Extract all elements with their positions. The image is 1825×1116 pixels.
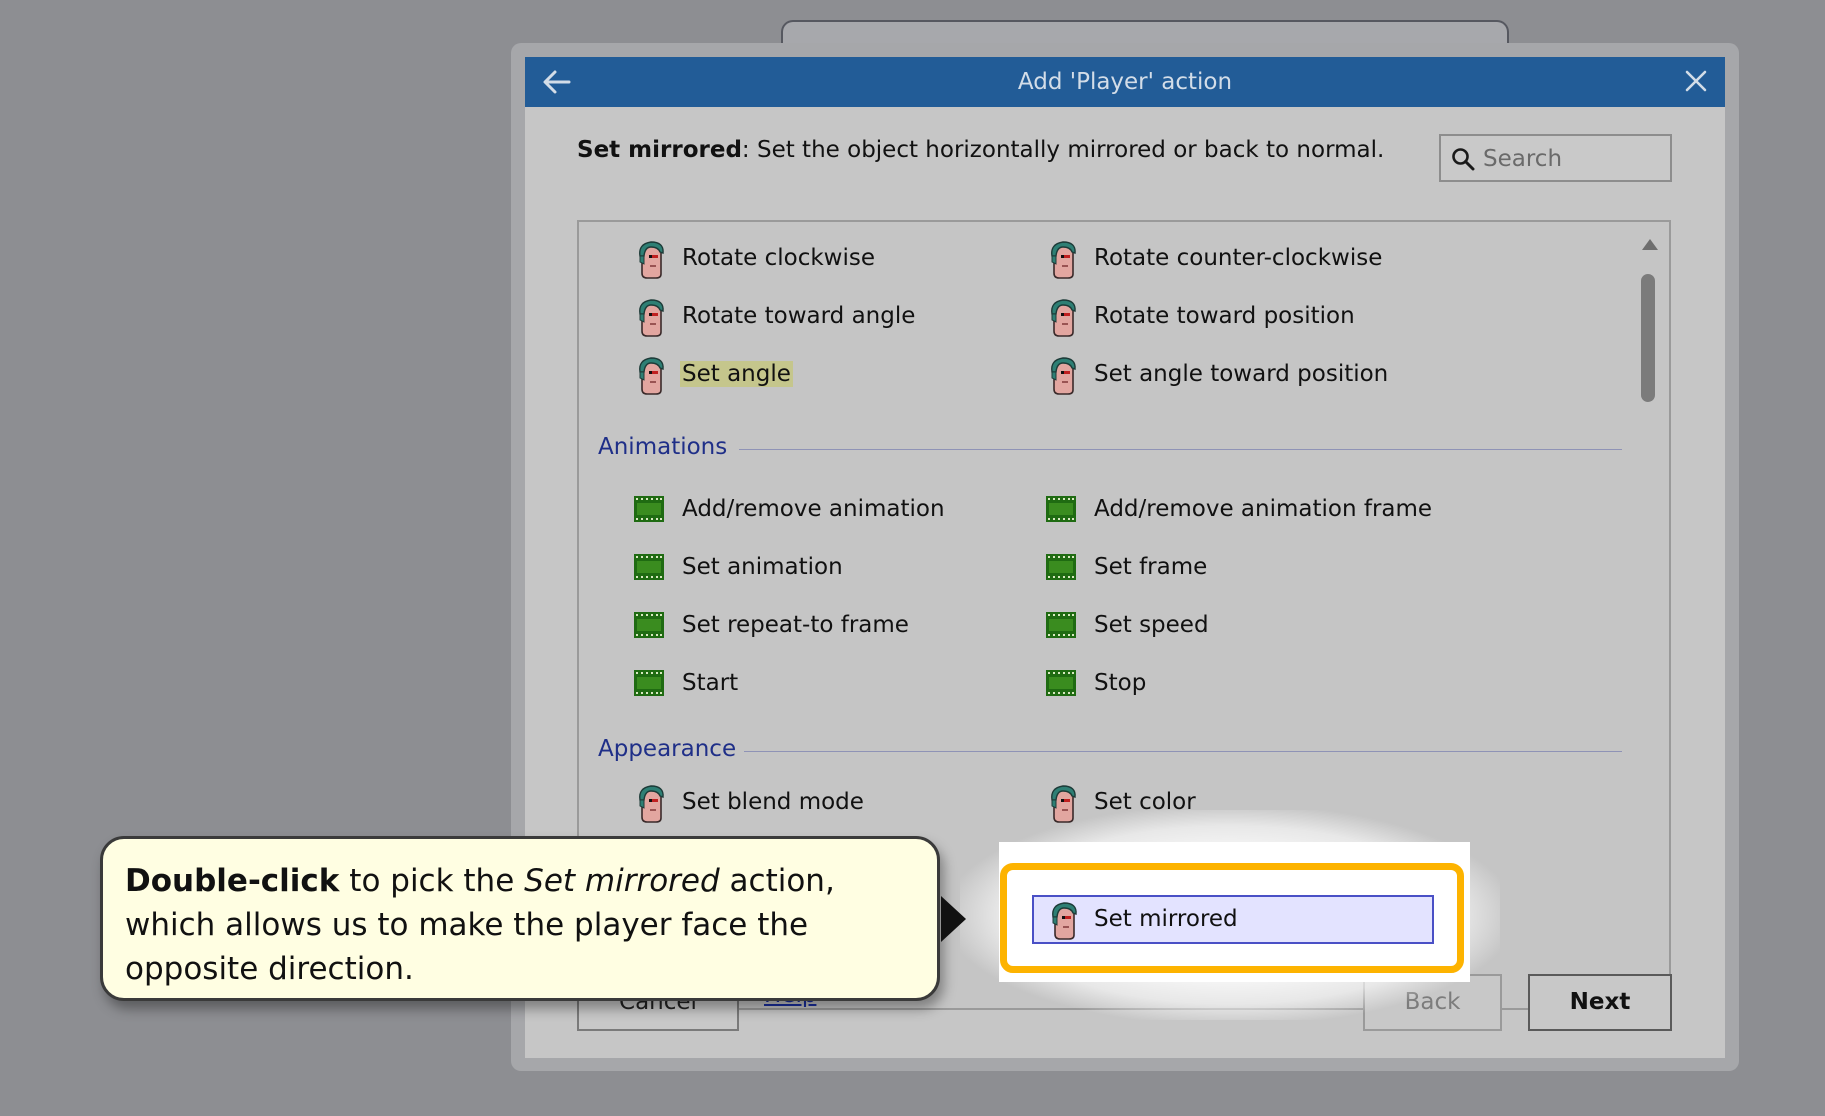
film-strip-icon <box>634 670 664 696</box>
list-item-label: Set speed <box>1094 612 1209 638</box>
scroll-thumb[interactable] <box>1641 274 1655 402</box>
selected-action-set-mirrored[interactable]: Set mirrored <box>1032 895 1434 944</box>
film-strip-icon <box>634 612 664 638</box>
description-text: : Set the object horizontally mirrored o… <box>741 137 1385 163</box>
search-icon <box>1452 148 1475 171</box>
list-item-label: Set angle toward position <box>1094 361 1389 387</box>
group-heading-appearance: Appearance <box>598 736 737 762</box>
film-strip-icon <box>1046 554 1076 580</box>
description-title: Set mirrored <box>577 137 742 163</box>
callout-text: Double-click to pick the Set mirrored ac… <box>125 859 905 991</box>
list-item-label: Rotate toward angle <box>682 303 916 329</box>
list-item-label: Set animation <box>682 554 843 580</box>
callout-italic: Set mirrored <box>524 863 720 899</box>
scroll-up-arrow-icon[interactable] <box>1641 237 1659 251</box>
list-item-label: Add/remove animation frame <box>1094 496 1433 522</box>
search-box[interactable] <box>1439 134 1672 182</box>
film-strip-icon <box>1046 670 1076 696</box>
list-item-label: Rotate toward position <box>1094 303 1355 329</box>
player-head-icon <box>1046 356 1080 396</box>
list-item-label: Add/remove animation <box>682 496 945 522</box>
close-icon[interactable] <box>1681 66 1711 96</box>
player-head-icon <box>1046 298 1080 338</box>
list-item-label: Set frame <box>1094 554 1208 580</box>
next-button[interactable]: Next <box>1528 974 1672 1031</box>
list-item-label: Rotate counter-clockwise <box>1094 245 1383 271</box>
list-item-label-highlighted: Set angle <box>680 361 793 387</box>
list-item-label: Set repeat-to frame <box>682 612 909 638</box>
player-head-icon <box>634 240 668 280</box>
group-heading-animations: Animations <box>598 434 728 460</box>
selected-action-label: Set mirrored <box>1094 906 1238 932</box>
search-input[interactable] <box>1481 143 1665 175</box>
group-divider <box>744 751 1622 752</box>
player-head-icon <box>634 356 668 396</box>
callout-text-1: to pick the <box>339 863 525 899</box>
player-head-icon <box>634 784 668 824</box>
dialog-title: Add 'Player' action <box>1017 69 1233 95</box>
list-item-label: Start <box>682 670 739 696</box>
player-head-icon <box>634 298 668 338</box>
film-strip-icon <box>634 496 664 522</box>
dialog-titlebar: Add 'Player' action <box>525 57 1725 107</box>
list-scrollbar[interactable] <box>1632 222 1667 1008</box>
callout-bold: Double-click <box>125 863 340 899</box>
group-divider <box>739 449 1622 450</box>
player-head-icon <box>1046 240 1080 280</box>
film-strip-icon <box>1046 496 1076 522</box>
player-head-icon <box>1047 901 1081 941</box>
callout-pointer <box>941 896 966 942</box>
list-item-label: Set blend mode <box>682 789 864 815</box>
tutorial-callout: Double-click to pick the Set mirrored ac… <box>100 836 940 1001</box>
film-strip-icon <box>1046 612 1076 638</box>
list-item-label: Stop <box>1094 670 1147 696</box>
list-item-label: Rotate clockwise <box>682 245 876 271</box>
action-description: Set mirrored: Set the object horizontall… <box>577 137 1384 163</box>
film-strip-icon <box>634 554 664 580</box>
